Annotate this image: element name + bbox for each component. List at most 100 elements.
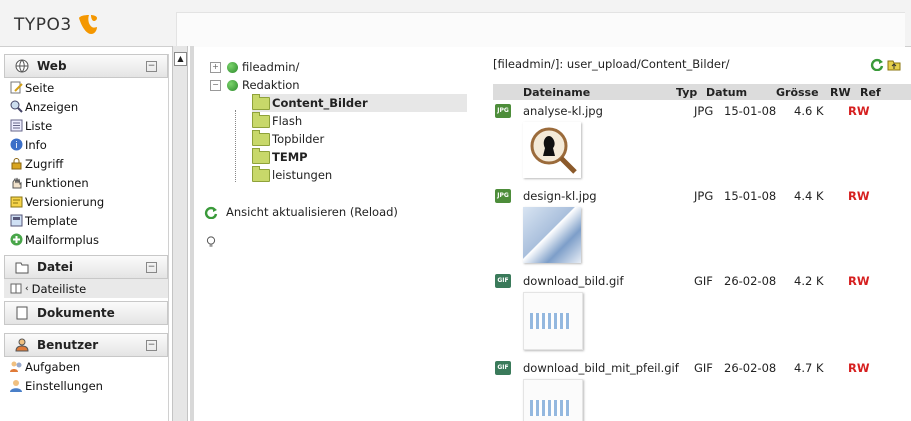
group-dokumente-label: Dokumente [37,306,115,320]
col-dateiname[interactable]: Dateiname [493,86,676,99]
file-type: JPG [694,188,714,203]
nav-item-label: Template [25,213,78,228]
thumbnail-download-bild-mit-pfeil[interactable]: ← [523,379,622,421]
svg-text:i: i [15,141,18,151]
collapse-icon[interactable]: − [210,79,221,91]
file-name[interactable]: download_bild.gif [523,274,694,288]
nav-item-seite[interactable]: Seite [4,78,168,97]
nav-item-label: Zugriff [25,156,64,171]
expand-icon[interactable]: + [210,61,221,73]
tree-splitter[interactable] [190,46,194,421]
reload-icon [204,206,218,219]
typo3-logo[interactable]: TYPO3 [14,14,100,36]
tree-item-label: leistungen [272,168,333,182]
col-rw: RW [830,85,851,99]
collapse-icon[interactable]: − [146,61,157,72]
file-size: 4.4 K [794,188,824,203]
nav-splitter[interactable]: ▲ [172,46,188,421]
file-size: 4.6 K [794,103,824,118]
group-datei-label: Datei [37,260,74,274]
file-rw: RW [848,273,870,288]
chevron-left-icon: ‹ [25,283,29,294]
table-row[interactable]: GIF download_bild.gif GIF 26-02-08 4.2 K… [493,272,911,289]
folder-up-icon[interactable] [887,57,901,71]
collapse-icon[interactable]: − [146,340,157,351]
thumbnail-design[interactable] [523,207,581,263]
info-icon: i [10,138,23,151]
reload-label: Ansicht aktualisieren (Reload) [226,205,398,219]
nav-item-label: Mailformplus [25,232,99,247]
nav-item-aufgaben[interactable]: Aufgaben [4,357,168,376]
nav-item-zugriff[interactable]: Zugriff [4,154,168,173]
nav-item-label: Info [25,137,47,152]
tree-folder-topbilder[interactable]: Topbilder [252,129,470,148]
nav-item-versionierung[interactable]: Versionierung [4,192,168,211]
nav-item-funktionen[interactable]: Funktionen [4,173,168,192]
lightbulb-icon[interactable] [206,236,216,248]
user-icon [15,338,29,352]
mount-globe-icon [227,79,238,91]
logo-text: TYPO3 [14,15,72,35]
file-table-header: Dateiname Typ Datum Grösse RW Ref [493,84,911,100]
nav-item-label: Versionierung [25,194,105,209]
hand-icon [12,177,22,189]
collapse-icon[interactable]: − [146,262,157,273]
file-date: 15-01-08 [724,103,777,118]
tree-folder-leistungen[interactable]: leistungen [252,165,470,184]
file-name[interactable]: download_bild_mit_pfeil.gif [523,361,694,375]
col-typ[interactable]: Typ [676,86,706,99]
file-rw: RW [848,103,870,118]
tree-folder-flash[interactable]: Flash [252,111,470,130]
folder-icon [252,147,270,164]
thumbnail-download-bild[interactable] [523,292,583,350]
tasks-icon [10,361,22,372]
file-rw: RW [848,188,870,203]
folder-icon [252,165,270,182]
nav-item-mailformplus[interactable]: Mailformplus [4,230,168,249]
filelist-icon [10,283,22,294]
group-web-header[interactable]: Web − [4,54,168,78]
file-name[interactable]: analyse-kl.jpg [523,104,694,118]
table-row[interactable]: JPG design-kl.jpg JPG 15-01-08 4.4 K RW [493,187,911,204]
template-icon [10,214,23,227]
globe-icon [15,59,29,73]
refresh-icon[interactable] [870,57,884,71]
group-datei-header[interactable]: Datei − [4,255,168,279]
nav-item-label: Liste [25,118,53,133]
table-row[interactable]: GIF download_bild_mit_pfeil.gif GIF 26-0… [493,359,911,376]
tree-connector-line [235,110,237,182]
nav-item-einstellungen[interactable]: Einstellungen [4,376,168,395]
nav-item-anzeigen[interactable]: Anzeigen [4,97,168,116]
tree-root-fileadmin[interactable]: + fileadmin/ [210,58,470,76]
file-date: 15-01-08 [724,188,777,203]
col-datum[interactable]: Datum [706,86,776,99]
collapse-up-icon[interactable]: ▲ [174,52,187,66]
table-row[interactable]: JPG analyse-kl.jpg JPG 15-01-08 4.6 K RW [493,102,911,119]
file-name[interactable]: design-kl.jpg [523,189,694,203]
thumbnail-analyse[interactable] [523,122,581,178]
nav-item-info[interactable]: i Info [4,135,168,154]
nav-item-label: Dateiliste [31,281,87,296]
file-type: JPG [694,103,714,118]
nav-item-dateiliste[interactable]: ‹ Dateiliste [4,279,168,298]
tree-folder-temp[interactable]: TEMP [252,147,470,166]
versioning-icon [10,196,23,208]
folder-icon [252,93,270,110]
nav-item-label: Seite [25,80,55,95]
gif-file-icon: GIF [495,273,511,288]
file-type: GIF [694,273,713,288]
file-type: GIF [694,360,713,375]
nav-item-label: Anzeigen [25,99,79,114]
nav-item-liste[interactable]: Liste [4,116,168,135]
jpg-file-icon: JPG [495,103,511,118]
file-date: 26-02-08 [724,360,777,375]
tree-folder-content-bilder[interactable]: Content_Bilder [252,93,467,112]
col-groesse[interactable]: Grösse [776,86,830,99]
group-benutzer-header[interactable]: Benutzer − [4,333,168,357]
group-dokumente-header[interactable]: Dokumente [4,301,168,325]
tree-root-redaktion[interactable]: − Redaktion [210,76,470,94]
current-path: [fileadmin/]: user_upload/Content_Bilder… [493,57,730,71]
mount-globe-icon [227,61,238,73]
reload-link[interactable]: Ansicht aktualisieren (Reload) [204,205,398,219]
nav-item-template[interactable]: Template [4,211,168,230]
